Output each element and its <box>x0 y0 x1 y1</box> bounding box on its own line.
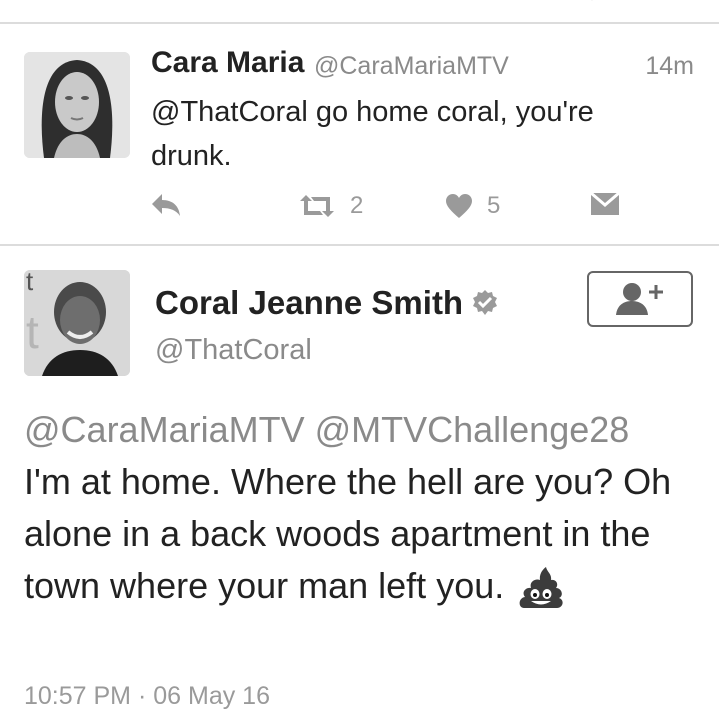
avatar-image: t t <box>24 270 130 376</box>
meta-separator: · <box>137 682 147 710</box>
heart-icon <box>446 194 472 218</box>
chevron-down-icon[interactable] <box>585 0 599 8</box>
avatar-image <box>24 52 130 158</box>
tweet-time: 10:57 PM <box>24 682 132 710</box>
tweet-timestamp: 10:57 PM · 06 May 16 <box>24 682 270 711</box>
like-count: 5 <box>487 192 501 219</box>
display-name-text: Coral Jeanne Smith <box>155 284 464 321</box>
retweet-icon <box>300 195 334 217</box>
tweet-text: @ThatCoral go home coral, you're drunk. <box>151 96 594 172</box>
reply-tweet[interactable]: Cara Maria @CaraMariaMTV 14m @ThatCoral … <box>0 24 719 244</box>
verified-badge-icon <box>473 290 498 315</box>
main-tweet: t t Coral Jeanne Smith @ThatCoral @CaraM… <box>0 246 719 721</box>
timestamp: 14m <box>645 52 694 80</box>
display-name[interactable]: Coral Jeanne Smith <box>155 284 499 322</box>
avatar[interactable]: t t <box>24 270 130 376</box>
handle[interactable]: @ThatCoral <box>155 334 312 367</box>
follow-user-icon <box>616 283 663 315</box>
tweet-text: @CaraMariaMTV @MTVChallenge28 I'm at hom… <box>24 404 704 612</box>
message-icon <box>590 192 620 215</box>
retweet-count: 2 <box>350 192 364 219</box>
like-button[interactable]: 5 <box>445 192 500 220</box>
pile-of-poo-icon <box>519 567 563 609</box>
reply-icon <box>152 194 180 216</box>
display-name[interactable]: Cara Maria <box>151 46 304 80</box>
svg-text:t: t <box>26 306 39 358</box>
message-button[interactable] <box>590 192 620 216</box>
tweet-date: 06 May 16 <box>153 682 270 710</box>
tweet-actions: 2 5 <box>0 192 719 228</box>
follow-button[interactable] <box>587 271 693 327</box>
avatar[interactable] <box>24 52 130 158</box>
tweet-body-text: I'm at home. Where the hell are you? Oh … <box>24 461 672 606</box>
reply-button[interactable] <box>150 192 182 218</box>
svg-text:t: t <box>26 270 34 296</box>
handle[interactable]: @CaraMariaMTV <box>314 52 509 81</box>
tweet-mentions[interactable]: @CaraMariaMTV @MTVChallenge28 <box>24 409 629 450</box>
retweet-button[interactable]: 2 <box>298 192 363 220</box>
